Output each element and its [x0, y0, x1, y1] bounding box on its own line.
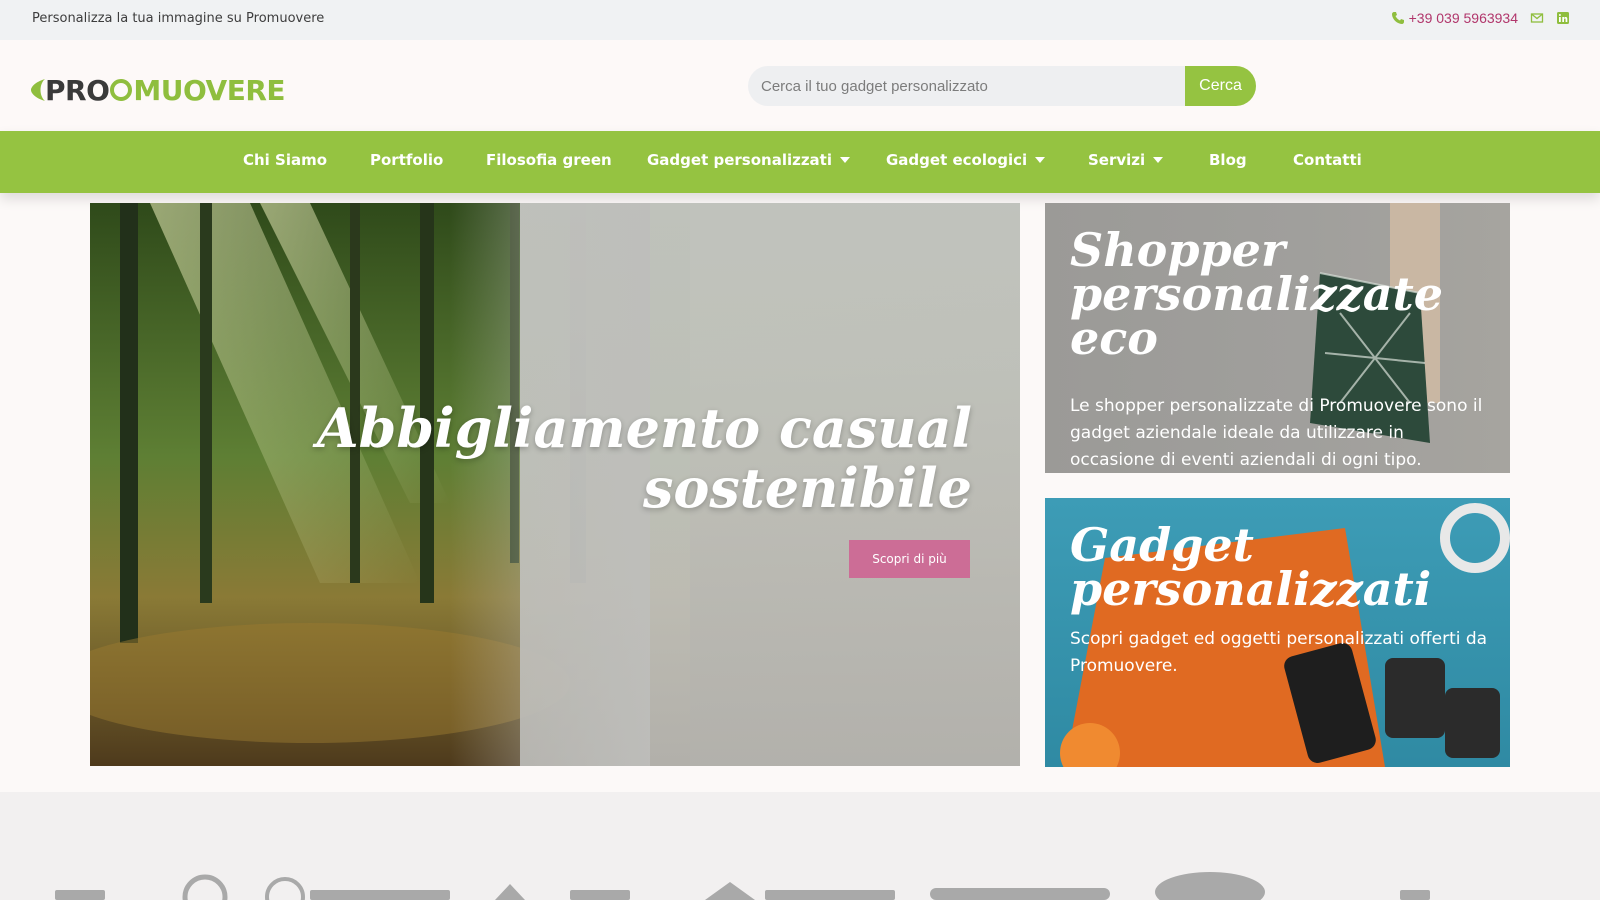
top-bar: Personalizza la tua immagine su Promuove…	[0, 0, 1600, 40]
card-title-line: Shopper	[1070, 223, 1286, 277]
nav-item-servizi[interactable]: Servizi	[1088, 151, 1164, 169]
hero-title-line: Abbigliamento casual	[316, 396, 972, 460]
client-logos-strip	[0, 792, 1600, 900]
card-title-line: personalizzati	[1070, 562, 1432, 616]
card-title-line: eco	[1070, 311, 1158, 365]
card-title-line: personalizzate	[1070, 267, 1444, 321]
promo-card-shopper[interactable]: Shopper personalizzate eco Le shopper pe…	[1045, 203, 1510, 473]
nav-item-gadget-personalizzati[interactable]: Gadget personalizzati	[647, 151, 850, 169]
chevron-down-icon	[1035, 157, 1046, 163]
logo-o-icon	[109, 74, 133, 107]
card-description: Le shopper personalizzate di Promuovere …	[1070, 396, 1483, 470]
main-nav: Chi Siamo Portfolio Filosofia green Gadg…	[0, 131, 1600, 193]
nav-item-gadget-ecologici[interactable]: Gadget ecologici	[886, 151, 1046, 169]
phone-link[interactable]: +39 039 5963934	[1391, 10, 1518, 26]
nav-label: Contatti	[1293, 151, 1362, 169]
nav-item-portfolio[interactable]: Portfolio	[370, 151, 443, 169]
logo-text-muovere: MUOVERE	[133, 73, 286, 107]
nav-item-contatti[interactable]: Contatti	[1293, 151, 1362, 169]
nav-label: Filosofia green	[486, 151, 612, 169]
card-description: Scopri gadget ed oggetti personalizzati …	[1070, 629, 1488, 676]
topbar-contacts: +39 039 5963934	[1391, 10, 1570, 26]
chevron-down-icon	[840, 157, 850, 163]
nav-label: Chi Siamo	[243, 151, 328, 169]
logo-text-pro: PRO	[45, 73, 110, 107]
phone-number: +39 039 5963934	[1408, 10, 1518, 26]
nav-item-chi-siamo[interactable]: Chi Siamo	[243, 151, 327, 169]
card-title: Gadget personalizzati	[1070, 518, 1432, 616]
mail-icon[interactable]	[1530, 11, 1544, 25]
hero-banner[interactable]: Abbigliamento casual sostenibile Scopri …	[90, 203, 1020, 766]
nav-label: Blog	[1209, 151, 1247, 169]
card-title: Shopper personalizzate eco	[1070, 223, 1444, 365]
nav-label: Gadget ecologici	[886, 151, 1028, 169]
hero-title-line: sostenibile	[642, 456, 972, 520]
phone-icon	[1391, 11, 1405, 25]
promo-card-gadget[interactable]: Gadget personalizzati Scopri gadget ed o…	[1045, 498, 1510, 767]
nav-label: Gadget personalizzati	[647, 151, 832, 169]
nav-item-blog[interactable]: Blog	[1209, 151, 1247, 169]
search-input[interactable]	[748, 66, 1185, 106]
linkedin-icon[interactable]	[1556, 11, 1570, 25]
search-button[interactable]: Cerca	[1185, 66, 1256, 106]
topbar-tagline: Personalizza la tua immagine su Promuove…	[32, 11, 325, 26]
nav-label: Servizi	[1088, 151, 1146, 169]
logo-leaf-icon	[31, 79, 45, 101]
nav-label: Portfolio	[370, 151, 444, 169]
nav-item-filosofia-green[interactable]: Filosofia green	[486, 151, 612, 169]
logo[interactable]: PRO MUOVERE	[31, 73, 286, 107]
chevron-down-icon	[1153, 157, 1164, 163]
site-header: PRO MUOVERE Cerca	[0, 40, 1600, 131]
hero-title: Abbigliamento casual sostenibile	[317, 398, 972, 518]
client-logos-image	[55, 872, 1430, 900]
search-bar: Cerca	[748, 66, 1256, 106]
discover-more-button[interactable]: Scopri di più	[849, 540, 970, 578]
card-title-line: Gadget	[1070, 518, 1254, 572]
